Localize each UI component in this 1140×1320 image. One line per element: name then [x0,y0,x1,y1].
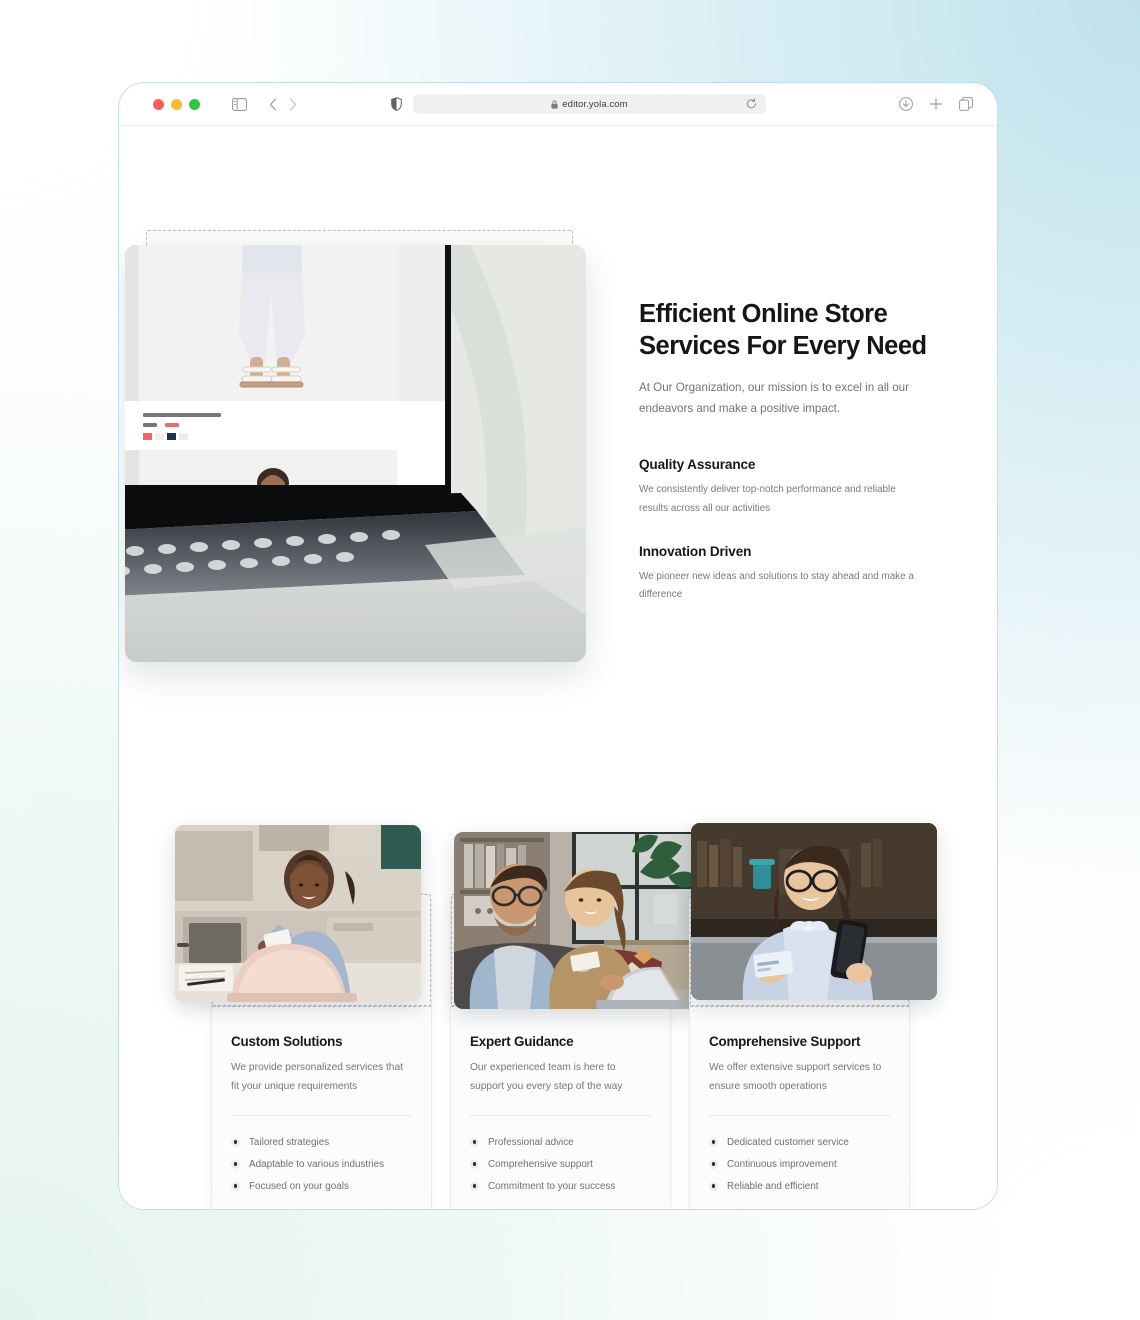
bullet-icon [709,1159,718,1169]
list-item: Focused on your goals [231,1175,412,1197]
feature-innovation-driven: Innovation Driven We pioneer new ideas a… [639,544,927,605]
window-controls[interactable] [153,98,200,110]
divider [231,1115,412,1117]
page-title: Efficient Online Store Services For Ever… [639,300,927,361]
list-item: Comprehensive support [470,1153,651,1175]
feature-body: We consistently deliver top-notch perfor… [639,484,896,514]
card-feature-list: Dedicated customer service Continuous im… [709,1131,890,1197]
card-image[interactable] [691,823,937,1000]
bullet-icon [470,1181,479,1191]
list-item: Adaptable to various industries [231,1153,412,1175]
feature-title: Innovation Driven [639,544,752,560]
hero-image[interactable] [125,245,586,662]
plus-icon[interactable] [929,97,943,111]
reload-icon[interactable] [746,98,757,110]
card-image[interactable] [454,832,700,1009]
service-card: Custom Solutions We provide personalized… [175,825,432,1209]
bullet-icon [470,1159,479,1169]
bullet-icon [709,1181,718,1191]
sidebar-toggle-icon[interactable] [232,97,247,111]
hero-copy: Efficient Online Store Services For Ever… [639,298,927,605]
list-item-label: Tailored strategies [249,1136,330,1148]
list-item-label: Focused on your goals [249,1180,349,1192]
list-item-label: Reliable and efficient [727,1180,819,1192]
hero-image-placeholder[interactable] [125,230,586,662]
divider [709,1115,890,1117]
list-item-label: Professional advice [488,1136,574,1148]
card-title: Custom Solutions [231,1034,343,1049]
bullet-icon [231,1137,240,1147]
shield-icon[interactable] [391,97,402,111]
card-description: Our experienced team is here to support … [470,1062,623,1092]
toolbar-right-actions [899,97,973,111]
minimize-window-button[interactable] [171,98,182,110]
bullet-icon [709,1137,718,1147]
services-card-row: Custom Solutions We provide personalized… [175,823,937,1209]
card-image[interactable] [175,825,421,1002]
card-image-placeholder[interactable] [175,825,431,1007]
url-group: editor.yola.com [551,98,628,110]
card-description: We provide personalized services that fi… [231,1062,403,1092]
browser-toolbar: editor.yola.com [119,83,997,126]
bullet-icon [231,1159,240,1169]
list-item: Commitment to your success [470,1175,651,1197]
card-image-placeholder[interactable] [451,832,700,1009]
card-body: Custom Solutions We provide personalized… [212,1007,431,1209]
service-card: Comprehensive Support We offer extensive… [689,823,937,1209]
maximize-window-button[interactable] [189,98,200,110]
bullet-icon [231,1181,240,1191]
website-canvas: Efficient Online Store Services For Ever… [119,126,997,1209]
feature-title: Quality Assurance [639,457,756,473]
download-icon[interactable] [899,97,913,111]
list-item-label: Adaptable to various industries [249,1158,385,1170]
address-bar[interactable]: editor.yola.com [413,94,766,114]
divider [470,1115,651,1117]
bullet-icon [470,1137,479,1147]
list-item: Tailored strategies [231,1131,412,1153]
list-item: Dedicated customer service [709,1131,890,1153]
card-title: Expert Guidance [470,1034,574,1049]
list-item-label: Comprehensive support [488,1158,593,1170]
list-item-label: Commitment to your success [488,1180,616,1192]
card-description: We offer extensive support services to e… [709,1062,882,1092]
service-card: Expert Guidance Our experienced team is … [450,832,700,1209]
card-feature-list: Professional advice Comprehensive suppor… [470,1131,651,1197]
list-item-label: Dedicated customer service [727,1136,849,1148]
chevron-right-icon[interactable] [289,97,297,111]
card-title: Comprehensive Support [709,1034,861,1049]
list-item: Continuous improvement [709,1153,890,1175]
feature-quality-assurance: Quality Assurance We consistently delive… [639,457,927,518]
list-item-label: Continuous improvement [727,1158,837,1170]
lock-icon [551,100,558,109]
chevron-left-icon[interactable] [269,97,277,111]
card-body: Comprehensive Support We offer extensive… [690,1007,909,1209]
card-feature-list: Tailored strategies Adaptable to various… [231,1131,412,1197]
browser-window: editor.yola.com Efficient Online Store S… [118,82,998,1210]
card-image-placeholder[interactable] [690,823,937,1007]
close-window-button[interactable] [153,98,164,110]
card-body: Expert Guidance Our experienced team is … [451,1007,670,1209]
feature-body: We pioneer new ideas and solutions to st… [639,571,914,601]
url-text: editor.yola.com [562,98,628,110]
list-item: Professional advice [470,1131,651,1153]
tab-overview-icon[interactable] [959,97,973,111]
list-item: Reliable and efficient [709,1175,890,1197]
hero-subtitle: At Our Organization, our mission is to e… [639,381,909,416]
